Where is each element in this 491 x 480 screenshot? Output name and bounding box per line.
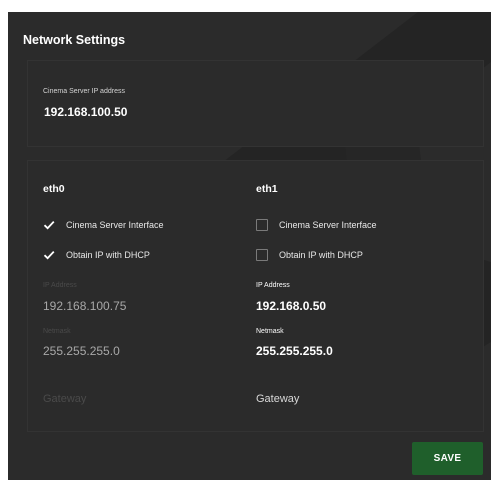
interfaces-card: eth0 Cinema Server Interface Obtain IP w… <box>27 160 484 432</box>
eth1-obtain-dhcp-label: Obtain IP with DHCP <box>279 250 363 260</box>
eth1-title: eth1 <box>256 183 278 195</box>
eth0-title: eth0 <box>43 183 65 195</box>
eth1-ip-label: IP Address <box>256 282 290 289</box>
eth1-cinema-server-interface-label: Cinema Server Interface <box>279 220 377 230</box>
eth1-gateway-field[interactable]: Gateway <box>256 393 299 406</box>
server-ip-value[interactable]: 192.168.100.50 <box>44 105 127 119</box>
eth0-obtain-dhcp-label: Obtain IP with DHCP <box>66 250 150 260</box>
save-button[interactable]: SAVE <box>412 442 483 475</box>
eth1-ip-field[interactable]: 192.168.0.50 <box>256 299 326 313</box>
network-settings-panel: Network Settings Cinema Server IP addres… <box>8 12 491 480</box>
page-title: Network Settings <box>23 33 126 47</box>
server-ip-label: Cinema Server IP address <box>43 88 125 95</box>
server-ip-card: Cinema Server IP address 192.168.100.50 <box>27 60 484 147</box>
eth0-gateway-field[interactable]: Gateway <box>43 393 86 406</box>
eth0-ip-field[interactable]: 192.168.100.75 <box>43 299 126 313</box>
eth1-netmask-label: Netmask <box>256 328 284 335</box>
eth1-netmask-field[interactable]: 255.255.255.0 <box>256 344 333 358</box>
checkbox-empty-icon <box>256 219 268 231</box>
checkbox-empty-icon <box>256 249 268 261</box>
eth0-netmask-label: Netmask <box>43 328 71 335</box>
check-icon <box>43 249 55 261</box>
eth0-ip-label: IP Address <box>43 282 77 289</box>
check-icon <box>43 219 55 231</box>
eth0-netmask-field[interactable]: 255.255.255.0 <box>43 344 120 358</box>
eth0-cinema-server-interface-label: Cinema Server Interface <box>66 220 164 230</box>
